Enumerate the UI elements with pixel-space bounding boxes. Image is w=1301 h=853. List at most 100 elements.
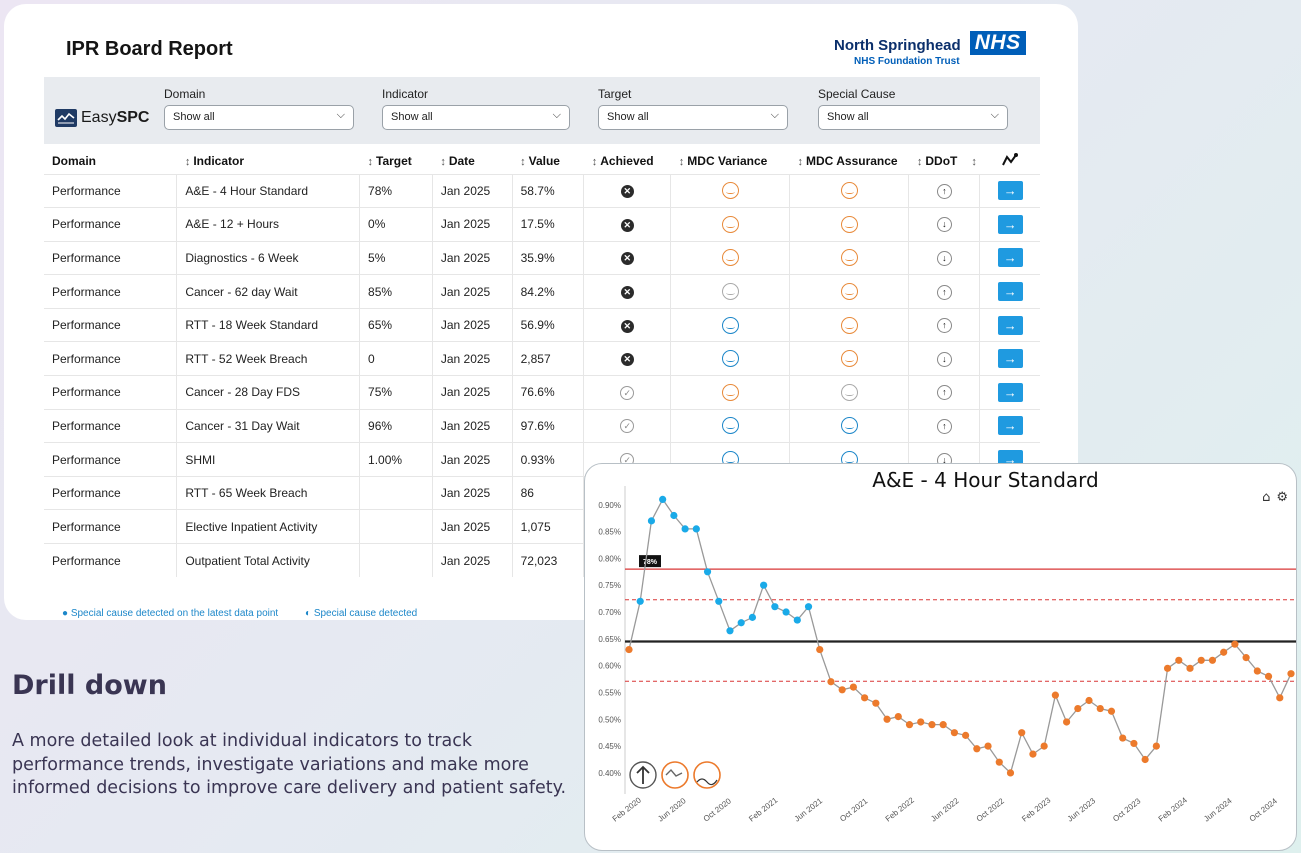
cell-date: Jan 2025 bbox=[431, 543, 513, 578]
data-point bbox=[1287, 670, 1295, 678]
assurance-icon bbox=[840, 417, 858, 435]
filter-special-cause-select[interactable]: Show all ⌵ bbox=[818, 105, 1008, 130]
drill-arrow-button[interactable]: → bbox=[997, 282, 1023, 302]
easyspc-wordmark: EasySPC bbox=[81, 109, 150, 126]
cell-achieved: ✓ bbox=[583, 408, 671, 443]
drill-arrow-button[interactable]: → bbox=[997, 416, 1023, 436]
data-point bbox=[849, 683, 858, 691]
drill-arrow-button[interactable]: → bbox=[997, 315, 1023, 335]
drill-down-heading: Drill down bbox=[12, 670, 167, 701]
y-tick-label: 0.80% bbox=[598, 554, 621, 563]
x-tick-label: Jun 2022 bbox=[929, 796, 961, 824]
col-header-date[interactable]: ↕ Date bbox=[432, 149, 512, 174]
cell-indicator: Elective Inpatient Activity bbox=[176, 509, 360, 544]
col-header-value[interactable]: ↕ Value bbox=[512, 149, 584, 174]
arrow-down-icon: ↓ bbox=[936, 351, 952, 367]
col-header-target[interactable]: ↕ Target bbox=[360, 149, 433, 174]
cell-ddot: ↓ bbox=[908, 207, 980, 242]
cell-drill: → bbox=[979, 408, 1040, 443]
cell-drill: → bbox=[979, 307, 1040, 342]
cell-target bbox=[359, 509, 433, 544]
cell-achieved: ✕ bbox=[583, 307, 671, 342]
data-point bbox=[793, 616, 801, 624]
arrow-down-icon: ↓ bbox=[936, 250, 952, 266]
table-row[interactable]: Performance RTT - 18 Week Standard 65% Jan … bbox=[44, 307, 1040, 342]
filter-special-cause: Special Cause Show all ⌵ bbox=[818, 87, 1008, 130]
data-point bbox=[726, 627, 734, 635]
cell-domain: Performance bbox=[44, 408, 177, 443]
cell-value: 17.5% bbox=[511, 207, 584, 242]
not-achieved-icon: ✕ bbox=[620, 353, 634, 367]
col-header-domain[interactable]: Domain bbox=[44, 149, 177, 174]
cell-indicator: A&E - 4 Hour Standard bbox=[176, 173, 360, 208]
drill-arrow-button[interactable]: → bbox=[997, 349, 1023, 369]
x-tick-label: Oct 2021 bbox=[838, 796, 870, 823]
col-header-indicator[interactable]: ↕ Indicator bbox=[177, 149, 360, 174]
data-point bbox=[1107, 707, 1116, 715]
filter-domain-select[interactable]: Show all ⌵ bbox=[164, 105, 354, 130]
cell-mdc-variance bbox=[670, 207, 790, 242]
x-tick-label: Oct 2024 bbox=[1248, 796, 1280, 823]
table-row[interactable]: Performance A&E - 12 + Hours 0% Jan 2025 17.… bbox=[44, 207, 1040, 242]
not-achieved-icon: ✕ bbox=[620, 218, 634, 232]
table-row[interactable]: Performance Cancer - 31 Day Wait 96% Jan 20… bbox=[44, 408, 1040, 443]
cell-achieved: ✕ bbox=[583, 341, 671, 376]
y-tick-label: 0.60% bbox=[598, 662, 621, 671]
filter-indicator-select[interactable]: Show all ⌵ bbox=[382, 105, 570, 130]
cell-ddot: ↓ bbox=[908, 240, 980, 275]
cell-mdc-variance bbox=[670, 341, 790, 376]
cell-date: Jan 2025 bbox=[431, 341, 513, 376]
table-row[interactable]: Performance Diagnostics - 6 Week 5% Jan 202… bbox=[44, 240, 1040, 275]
x-tick-label: Feb 2024 bbox=[1157, 795, 1190, 823]
x-tick-label: Feb 2023 bbox=[1020, 795, 1053, 823]
data-point bbox=[1186, 664, 1194, 672]
arrow-up-icon: ↑ bbox=[936, 183, 952, 199]
cell-date: Jan 2025 bbox=[431, 509, 513, 544]
variance-icon bbox=[721, 283, 739, 301]
x-tick-label: Jun 2024 bbox=[1202, 796, 1234, 824]
legend-detected: ◐ Special cause detected bbox=[304, 608, 418, 619]
col-header-achieved[interactable]: ↕ Achieved bbox=[584, 149, 671, 174]
col-header-ddot[interactable]: ↕ DDoT ↕ bbox=[909, 149, 980, 174]
data-point bbox=[1163, 664, 1172, 672]
data-point bbox=[625, 645, 633, 654]
variance-icon bbox=[721, 215, 739, 233]
variance-icon bbox=[721, 417, 739, 435]
table-row[interactable]: Performance A&E - 4 Hour Standard 78% Jan 2… bbox=[44, 173, 1040, 208]
cell-indicator: Cancer - 31 Day Wait bbox=[176, 408, 360, 443]
nhs-logo: NHS bbox=[969, 31, 1026, 55]
drill-arrow-button[interactable]: → bbox=[997, 248, 1023, 268]
data-point bbox=[1085, 696, 1093, 705]
col-header-mdc-assurance[interactable]: ↕ MDC Assurance bbox=[790, 149, 909, 174]
cell-domain: Performance bbox=[44, 375, 177, 410]
col-header-mdc-variance[interactable]: ↕ MDC Variance bbox=[671, 149, 790, 174]
legend-latest: ● Special cause detected on the latest d… bbox=[62, 608, 279, 619]
table-row[interactable]: Performance Cancer - 28 Day FDS 75% Jan 202… bbox=[44, 375, 1040, 410]
drill-arrow-button[interactable]: → bbox=[997, 214, 1023, 234]
data-point bbox=[1231, 640, 1239, 648]
y-tick-label: 0.45% bbox=[598, 742, 621, 751]
filter-indicator: Indicator Show all ⌵ bbox=[382, 87, 570, 130]
cell-domain: Performance bbox=[44, 475, 177, 510]
chevron-down-icon: ⌵ bbox=[552, 109, 561, 121]
chevron-down-icon: ⌵ bbox=[990, 109, 999, 121]
col-header-trend[interactable] bbox=[980, 149, 1040, 174]
table-row[interactable]: Performance Cancer - 62 day Wait 85% Jan 20… bbox=[44, 274, 1040, 309]
drill-arrow-button[interactable]: → bbox=[997, 382, 1023, 402]
drill-arrow-button[interactable]: → bbox=[997, 181, 1023, 201]
data-point bbox=[984, 742, 992, 750]
arrow-down-icon: ↓ bbox=[936, 217, 952, 233]
data-point bbox=[1096, 704, 1104, 713]
cell-target: 75% bbox=[359, 375, 433, 410]
data-point bbox=[670, 511, 678, 520]
table-row[interactable]: Performance RTT - 52 Week Breach 0 Jan 2025… bbox=[44, 341, 1040, 376]
data-point bbox=[1006, 769, 1015, 777]
filter-target-select[interactable]: Show all ⌵ bbox=[598, 105, 788, 130]
data-point bbox=[1119, 734, 1127, 742]
report-title: IPR Board Report bbox=[66, 38, 233, 60]
data-point bbox=[894, 713, 902, 721]
chart-popup: A&E - 4 Hour Standard ⌂ ⚙ 0.90% 0.85% 0.80%… bbox=[584, 463, 1297, 851]
cell-date: Jan 2025 bbox=[431, 307, 513, 342]
y-tick-label: 0.50% bbox=[598, 715, 621, 724]
assurance-icon bbox=[840, 383, 858, 401]
